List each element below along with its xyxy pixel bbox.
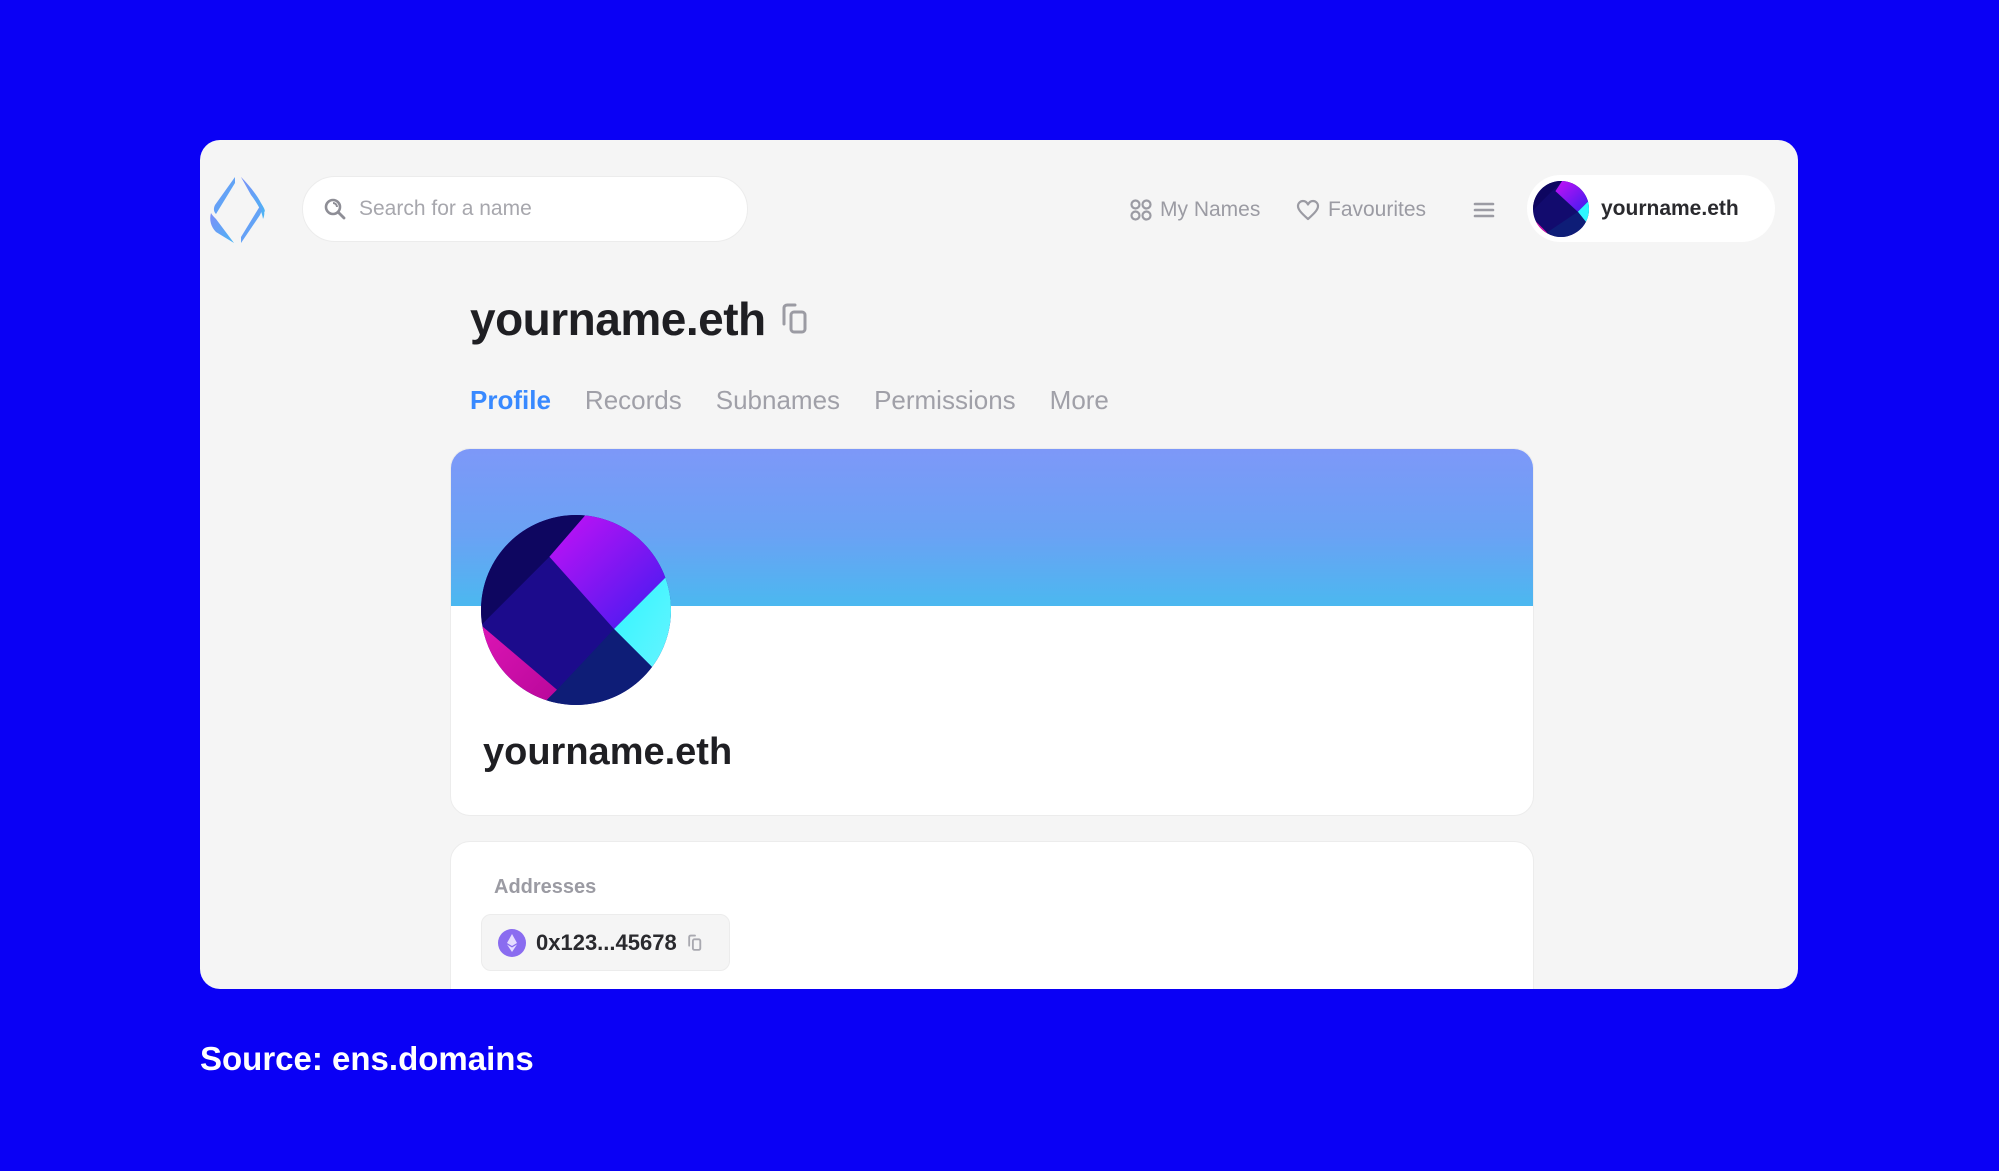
nav-favourites-label: Favourites xyxy=(1328,198,1427,221)
tab-records[interactable]: Records xyxy=(585,385,682,416)
tab-bar: Profile Records Subnames Permissions Mor… xyxy=(470,385,1109,416)
app-window: My Names Favourites xyxy=(200,140,1798,989)
search-input[interactable] xyxy=(359,197,719,221)
nav-my-names[interactable]: My Names xyxy=(1130,190,1260,230)
source-caption: Source: ens.domains xyxy=(200,1040,534,1077)
search-icon xyxy=(324,198,346,220)
page-title: yourname.eth xyxy=(470,293,766,345)
tab-subnames[interactable]: Subnames xyxy=(716,385,840,416)
tab-permissions[interactable]: Permissions xyxy=(874,385,1016,416)
profile-name: yourname.eth xyxy=(483,731,733,773)
nav-favourites[interactable]: Favourites xyxy=(1296,190,1426,230)
ens-logo-icon[interactable] xyxy=(205,175,271,245)
account-button[interactable]: yourname.eth xyxy=(1527,175,1775,242)
heart-icon xyxy=(1296,199,1320,221)
nav-my-names-label: My Names xyxy=(1160,198,1261,221)
addresses-card: Addresses 0x123...45678 xyxy=(450,841,1534,989)
search-bar[interactable] xyxy=(302,176,748,242)
tab-profile[interactable]: Profile xyxy=(470,385,551,416)
copy-address-icon[interactable] xyxy=(687,934,703,952)
tab-more[interactable]: More xyxy=(1050,385,1109,416)
avatar xyxy=(1533,180,1589,237)
profile-avatar xyxy=(481,515,671,705)
grid-icon xyxy=(1130,199,1152,221)
eth-icon xyxy=(498,928,526,957)
copy-icon[interactable] xyxy=(780,302,810,336)
address-value: 0x123...45678 xyxy=(536,929,677,955)
account-name: yourname.eth xyxy=(1601,196,1739,220)
hamburger-menu-icon[interactable] xyxy=(1472,198,1496,222)
address-chip[interactable]: 0x123...45678 xyxy=(481,914,730,971)
page-header: yourname.eth xyxy=(470,292,810,346)
addresses-label: Addresses xyxy=(494,876,597,898)
profile-card: yourname.eth xyxy=(450,448,1534,816)
